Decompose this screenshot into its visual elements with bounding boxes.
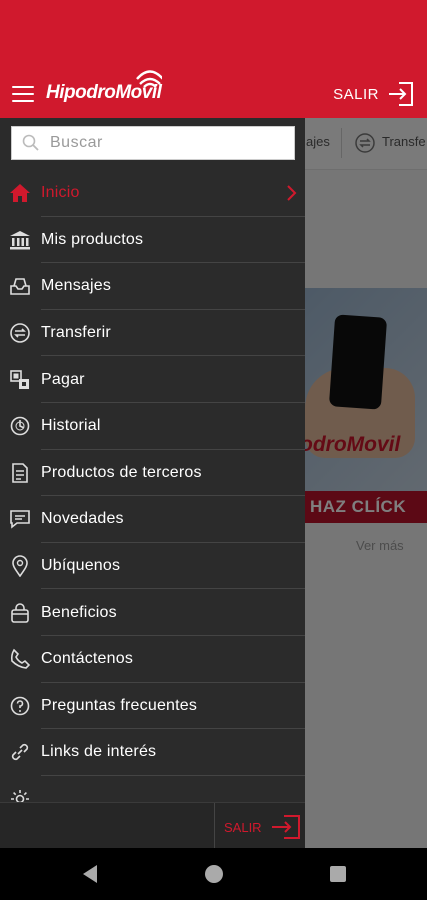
- home-icon: [9, 182, 31, 204]
- bank-icon: [9, 229, 31, 251]
- menu-item-label: Inicio: [41, 184, 80, 202]
- menu-item-label: Pagar: [41, 370, 85, 388]
- system-navigation-bar: [0, 848, 427, 900]
- menu-item-label: Novedades: [41, 510, 124, 528]
- recent-apps-icon[interactable]: [330, 866, 346, 882]
- menu-item-label: Preguntas frecuentes: [41, 696, 198, 714]
- exit-icon: [271, 815, 300, 839]
- menu-item-inicio[interactable]: Inicio: [0, 170, 305, 217]
- menu-item-preguntas-frecuentes[interactable]: Preguntas frecuentes: [0, 683, 305, 730]
- menu-item-label: Productos de terceros: [41, 463, 202, 481]
- drawer-menu: Inicio Mis productos Mensajes Transferir: [0, 170, 305, 802]
- menu-item-ubiquenos[interactable]: Ubíquenos: [0, 543, 305, 590]
- inbox-icon: [9, 275, 31, 297]
- menu-item-label: Contáctenos: [41, 650, 134, 668]
- logout-label: SALIR: [224, 819, 262, 835]
- menu-item-settings[interactable]: [0, 776, 305, 802]
- drawer-footer: SALIR: [0, 802, 305, 849]
- exit-icon: [389, 82, 413, 106]
- help-icon: [9, 695, 31, 717]
- settings-icon: [9, 788, 31, 802]
- menu-item-mensajes[interactable]: Mensajes: [0, 263, 305, 310]
- menu-item-label: Mensajes: [41, 277, 112, 295]
- logout-button[interactable]: SALIR: [333, 80, 415, 108]
- menu-item-transferir[interactable]: Transferir: [0, 310, 305, 357]
- navigation-drawer: Inicio Mis productos Mensajes Transferir: [0, 118, 305, 849]
- menu-item-beneficios[interactable]: Beneficios: [0, 589, 305, 636]
- transfer-icon: [9, 322, 31, 344]
- menu-item-links-interes[interactable]: Links de interés: [0, 729, 305, 776]
- menu-item-mis-productos[interactable]: Mis productos: [0, 217, 305, 264]
- logout-label: SALIR: [333, 85, 379, 103]
- search-icon: [22, 134, 39, 151]
- menu-item-label: Mis productos: [41, 230, 144, 248]
- menu-item-label: Transferir: [41, 324, 111, 342]
- signal-waves-icon: [136, 70, 162, 88]
- menu-item-pagar[interactable]: Pagar: [0, 356, 305, 403]
- link-icon: [9, 741, 31, 763]
- phone-icon: [9, 648, 31, 670]
- menu-item-contactenos[interactable]: Contáctenos: [0, 636, 305, 683]
- drawer-logout-button[interactable]: SALIR: [224, 813, 302, 841]
- menu-item-label: Ubíquenos: [41, 557, 121, 575]
- menu-item-productos-terceros[interactable]: Productos de terceros: [0, 450, 305, 497]
- menu-item-historial[interactable]: Historial: [0, 403, 305, 450]
- search-input[interactable]: [50, 134, 270, 152]
- menu-item-label: Historial: [41, 417, 101, 435]
- menu-icon[interactable]: [12, 86, 34, 102]
- location-pin-icon: [9, 555, 31, 578]
- bag-icon: [9, 602, 31, 624]
- app-header: HipodroMovil SALIR: [0, 0, 427, 118]
- menu-item-label: Beneficios: [41, 603, 117, 621]
- menu-item-label: Links de interés: [41, 743, 157, 761]
- search-box[interactable]: [11, 126, 295, 160]
- pay-icon: [9, 369, 31, 391]
- home-button-icon[interactable]: [205, 865, 223, 883]
- chat-icon: [9, 508, 31, 530]
- back-icon[interactable]: [83, 865, 97, 883]
- brand-logo: HipodroMovil: [46, 66, 166, 106]
- history-icon: [9, 415, 31, 437]
- menu-item-novedades[interactable]: Novedades: [0, 496, 305, 543]
- chevron-right-icon: [287, 185, 297, 201]
- third-party-icon: [9, 462, 31, 484]
